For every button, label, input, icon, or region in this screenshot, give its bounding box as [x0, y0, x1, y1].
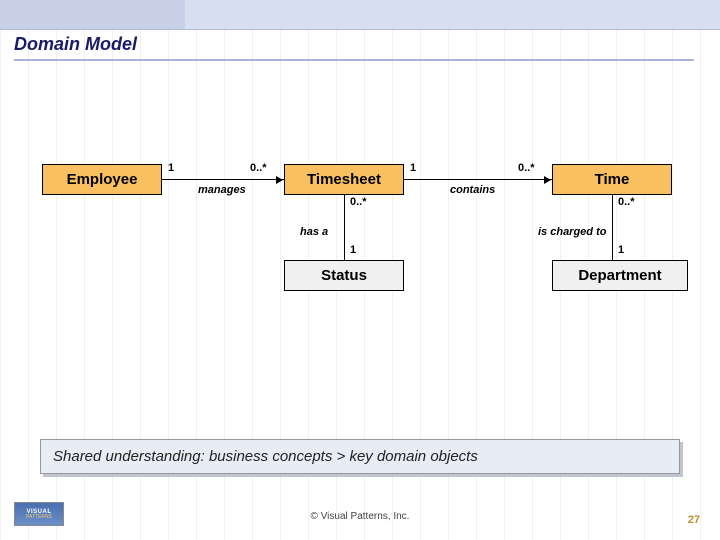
page-number: 27	[688, 514, 700, 526]
assoc-arrow-contains	[544, 176, 551, 184]
assoc-line-hasa	[344, 195, 345, 260]
mult-hasa-bottom: 1	[350, 244, 356, 256]
mult-charged-bottom: 1	[618, 244, 624, 256]
domain-model-diagram: Employee Timesheet Time Status Departmen…	[0, 140, 720, 340]
page-title: Domain Model	[14, 34, 694, 61]
assoc-arrow-manages	[276, 176, 283, 184]
assoc-line-manages	[162, 179, 284, 180]
assoc-label-contains: contains	[450, 184, 495, 196]
slide-page: Domain Model Employee Timesheet Time Sta…	[0, 0, 720, 540]
footer-caption: Shared understanding: business concepts …	[40, 439, 680, 474]
mult-contains-left: 1	[410, 162, 416, 174]
mult-charged-top: 0..*	[618, 196, 635, 208]
header-bar	[0, 0, 720, 30]
class-status: Status	[284, 260, 404, 291]
mult-manages-left: 1	[168, 162, 174, 174]
class-timesheet: Timesheet	[284, 164, 404, 195]
assoc-label-charged: is charged to	[538, 226, 606, 238]
mult-contains-right: 0..*	[518, 162, 535, 174]
assoc-line-contains	[404, 179, 552, 180]
assoc-line-charged	[612, 195, 613, 260]
assoc-label-manages: manages	[198, 184, 246, 196]
class-employee: Employee	[42, 164, 162, 195]
class-time: Time	[552, 164, 672, 195]
mult-hasa-top: 0..*	[350, 196, 367, 208]
class-department: Department	[552, 260, 688, 291]
mult-manages-right: 0..*	[250, 162, 267, 174]
assoc-label-hasa: has a	[300, 226, 328, 238]
copyright-text: © Visual Patterns, Inc.	[0, 511, 720, 522]
